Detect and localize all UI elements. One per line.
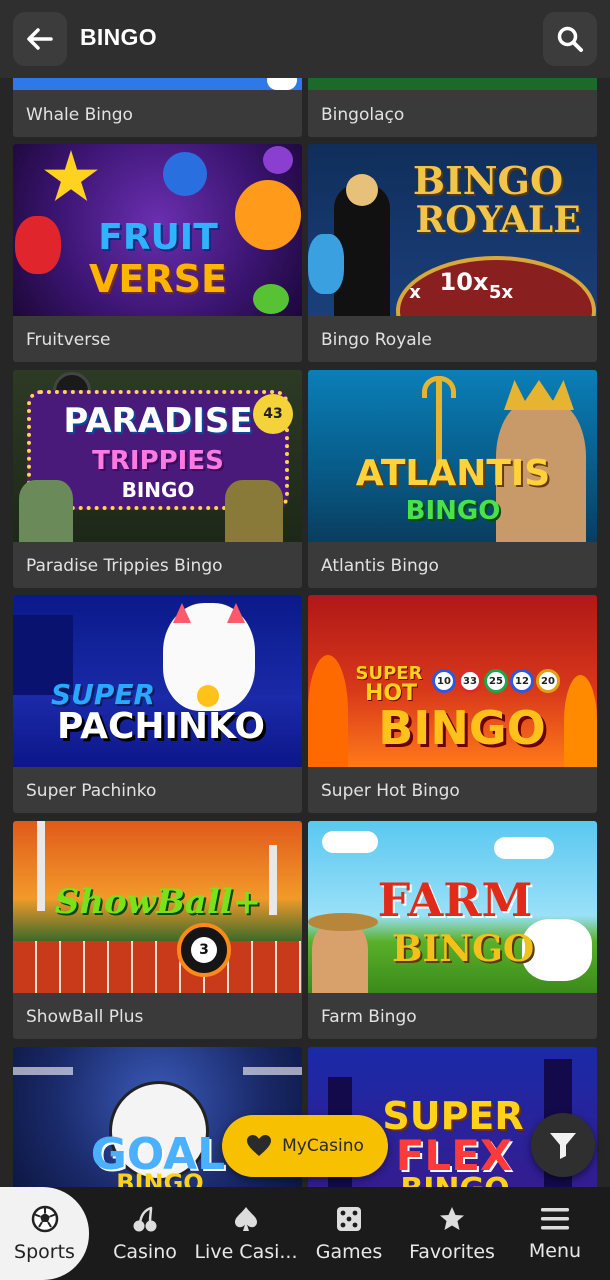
ball: 20 [536,669,560,693]
top-bar: BINGO [0,0,610,78]
nav-label: Games [315,1240,383,1263]
art-title-3: BINGO [121,478,195,502]
cherries-icon [133,1206,157,1231]
filter-button[interactable] [531,1113,595,1177]
art-title-1: ATLANTIS [355,453,551,494]
game-card-super-hot-bingo[interactable]: SUPER HOT BINGO 10 33 25 12 20 Super Hot… [308,595,597,813]
game-thumbnail: SUPER PACHINKO [13,595,302,767]
nav-sports[interactable]: Sports [0,1187,89,1280]
nav-label: Casino [113,1240,177,1263]
filter-icon [550,1133,576,1159]
page-title: BINGO [80,24,157,50]
nav-games[interactable]: Games [304,1187,394,1280]
wheel-right: 5x [488,282,514,303]
nav-casino[interactable]: Casino [100,1187,190,1280]
game-title: Super Hot Bingo [321,781,460,801]
arrow-left-icon [27,28,53,50]
search-button[interactable] [543,12,597,66]
game-thumbnail: SUPER HOT BINGO 10 33 25 12 20 [308,595,597,767]
game-title: Atlantis Bingo [321,556,439,576]
nav-label: Menu [528,1239,582,1262]
art-title-2: PACHINKO [57,706,265,747]
game-title: Bingolaço [321,105,405,125]
game-title: Whale Bingo [26,105,133,125]
nav-label: Live Casi... [194,1240,298,1263]
game-thumbnail: FARM BINGO [308,821,597,993]
art-title-2: TRIPPIES [92,446,224,476]
game-thumbnail: BINGO ROYALE 10x x 5x [308,144,597,316]
game-title: Super Pachinko [26,781,157,801]
hamburger-icon [541,1207,569,1229]
game-title: Paradise Trippies Bingo [26,556,223,576]
search-icon [557,26,583,52]
ball: 12 [510,669,534,693]
art-title-1: PARADISE [63,401,253,441]
art-title-2: ROYALE [415,199,581,241]
ball: 33 [458,669,482,693]
game-card-bingo-royale[interactable]: BINGO ROYALE 10x x 5x Bingo Royale [308,144,597,362]
nav-live-casino[interactable]: Live Casi... [194,1187,298,1280]
art-title-1: FRUIT [98,217,218,258]
back-button[interactable] [13,12,67,66]
game-title: Farm Bingo [321,1007,417,1027]
wheel-multiplier: 10x [439,268,489,296]
nav-label: Sports [14,1240,75,1263]
wheel-left: x [409,282,421,303]
ball-number: 43 [263,406,283,422]
game-title: Bingo Royale [321,330,432,350]
art-title-2: BINGO [392,928,535,970]
heart-icon [247,1135,272,1156]
game-card-showball-plus[interactable]: ShowBall+ 3 ShowBall Plus [13,821,302,1039]
page: Whale Bingo Bingolaço FRUIT VERSE Fruitv… [0,0,610,1280]
art-title-2: FLEX [395,1131,513,1180]
bingo-balls: 10 33 25 12 20 [432,669,560,693]
art-title-1: FARM [377,873,533,927]
game-title: Fruitverse [26,330,111,350]
nav-label: Favorites [409,1240,495,1263]
ball: 10 [432,669,456,693]
game-thumbnail: PARADISE TRIPPIES BINGO 43 [13,370,302,542]
art-title-2: BINGO [405,496,501,526]
game-card-super-pachinko[interactable]: SUPER PACHINKO Super Pachinko [13,595,302,813]
dice-icon [337,1206,361,1231]
star-icon [440,1206,464,1230]
soccer-ball-icon [31,1205,58,1232]
art-title-1: ShowBall+ [54,882,262,922]
game-card-fruitverse[interactable]: FRUIT VERSE Fruitverse [13,144,302,362]
bottom-nav: Sports Casino Live Casi... Games Favorit… [0,1187,610,1280]
ball-number: 3 [191,937,217,963]
mycasino-button[interactable]: MyCasino [222,1115,388,1177]
spade-icon [235,1206,257,1231]
art-title-1: SUPER [382,1094,524,1138]
nav-menu[interactable]: Menu [510,1187,600,1280]
game-thumbnail: FRUIT VERSE [13,144,302,316]
game-card-atlantis-bingo[interactable]: ATLANTIS BINGO Atlantis Bingo [308,370,597,588]
art-title-1: SUPER [50,678,156,711]
art-title-2: VERSE [89,257,227,301]
game-title: ShowBall Plus [26,1007,144,1027]
mycasino-label: MyCasino [282,1136,364,1156]
game-thumbnail: ATLANTIS BINGO [308,370,597,542]
game-card-farm-bingo[interactable]: FARM BINGO Farm Bingo [308,821,597,1039]
ball: 25 [484,669,508,693]
game-card-paradise-trippies-bingo[interactable]: PARADISE TRIPPIES BINGO 43 Paradise Trip… [13,370,302,588]
art-title-1: BINGO [412,158,564,203]
nav-favorites[interactable]: Favorites [402,1187,502,1280]
game-thumbnail: ShowBall+ 3 [13,821,302,993]
game-grid: Whale Bingo Bingolaço FRUIT VERSE Fruitv… [0,0,610,1190]
art-title-3: BINGO [378,701,546,755]
